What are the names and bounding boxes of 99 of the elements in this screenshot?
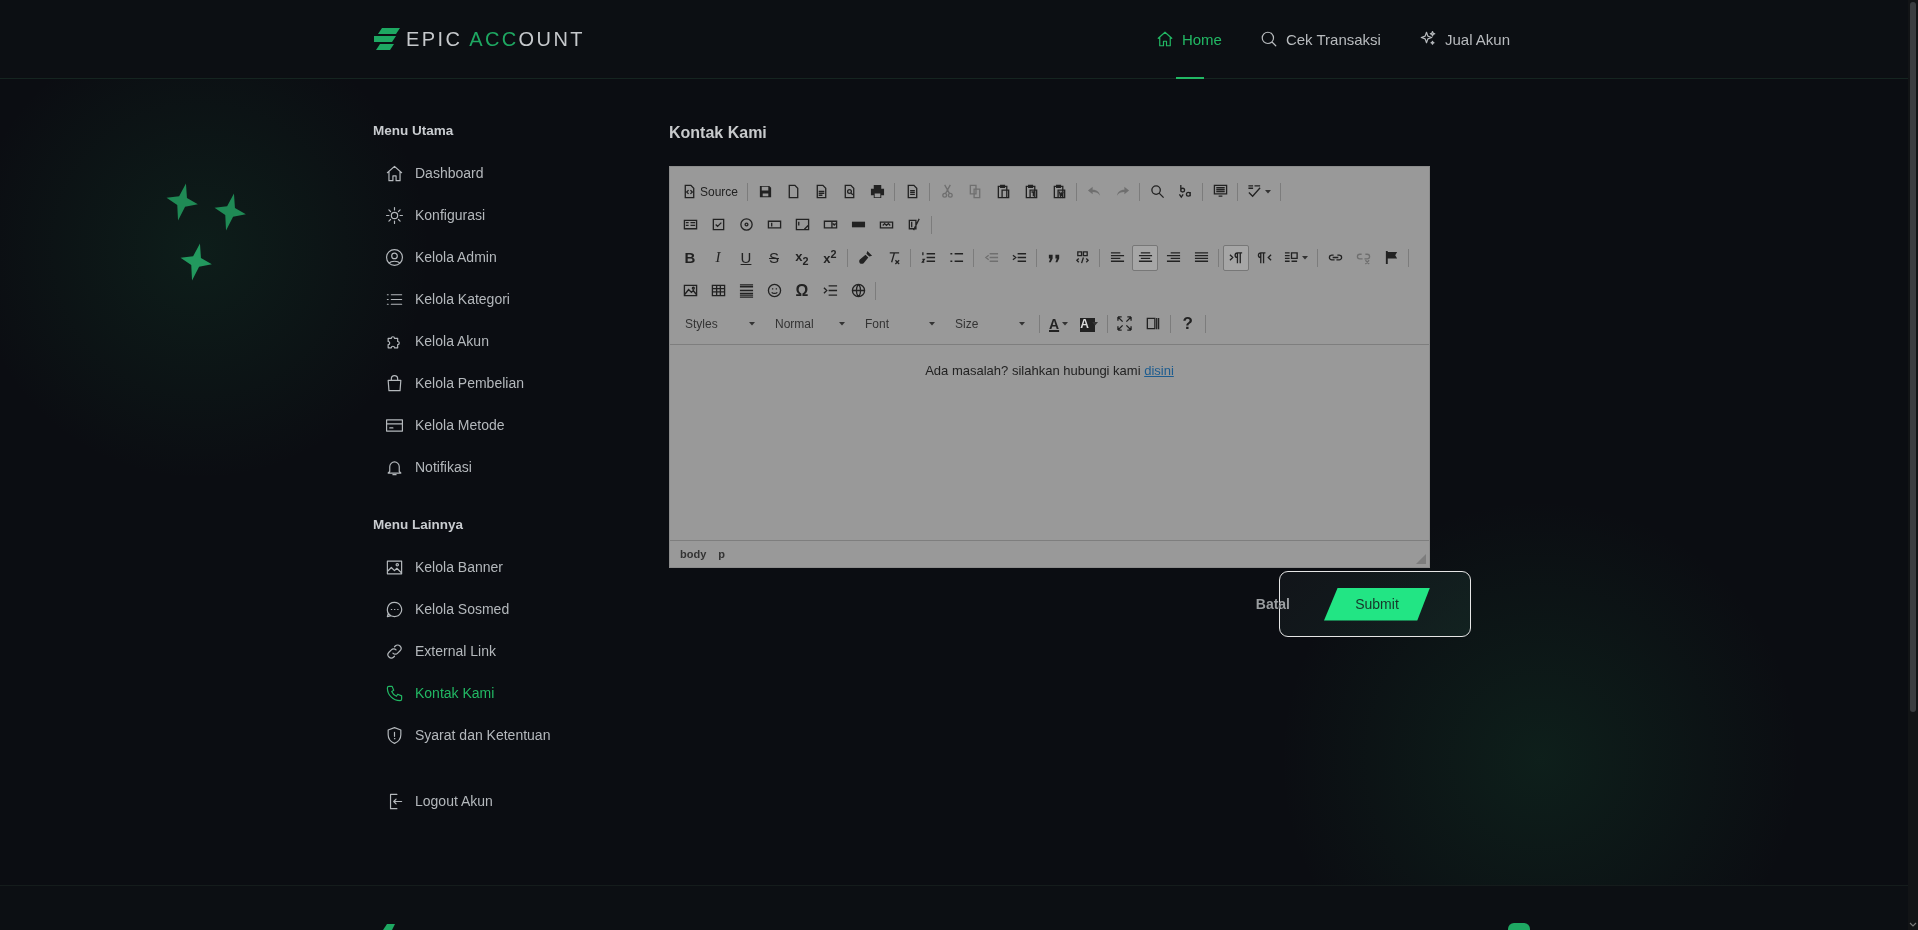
shopping-bag-icon — [385, 373, 404, 393]
replace-icon — [1177, 184, 1193, 199]
caret-icon — [1091, 321, 1098, 326]
toolbar-button[interactable] — [1223, 244, 1249, 271]
sidebar-item[interactable]: Syarat dan Ketentuan — [373, 714, 669, 756]
sidebar-item[interactable]: Kelola Metode — [373, 404, 669, 446]
align-left-icon — [1109, 250, 1125, 265]
toolbar-button[interactable]: S — [761, 244, 787, 271]
caret-icon — [1265, 189, 1272, 194]
home-icon — [385, 163, 404, 183]
sparkles-icon — [1418, 30, 1437, 48]
logo-icon — [374, 28, 400, 50]
form-icon — [682, 217, 698, 232]
search-icon — [1149, 184, 1165, 199]
toolbar-button[interactable]: ? — [1174, 310, 1201, 337]
sidebar-item[interactable]: Kelola Admin — [373, 236, 669, 278]
toolbar-button[interactable] — [1132, 244, 1158, 271]
scrollbar[interactable] — [1908, 0, 1918, 930]
toolbar-button[interactable]: x$_{2}$ — [789, 244, 815, 271]
sidebar-item[interactable]: Kelola Pembelian — [373, 362, 669, 404]
smiley-icon — [766, 283, 782, 298]
resize-handle-icon[interactable] — [1416, 554, 1426, 564]
spellcheck-icon — [1247, 184, 1263, 199]
justify-icon — [1193, 250, 1209, 265]
combo-dropdown[interactable]: Font — [857, 311, 941, 336]
sidebar-item[interactable]: Kontak Kami — [373, 672, 669, 714]
logo-text: EPIC ACCOUNT — [406, 27, 585, 51]
copy-icon — [967, 184, 983, 199]
caret-icon — [1302, 255, 1308, 260]
maximize-icon — [1117, 316, 1133, 331]
div-icon — [1074, 250, 1090, 265]
sidebar-heading: Menu Lainnya — [373, 516, 464, 534]
source-icon — [682, 184, 697, 199]
caret-icon — [839, 321, 845, 326]
home-icon — [1155, 30, 1174, 48]
horizontal-rule-icon — [738, 283, 754, 298]
print-icon — [869, 184, 885, 199]
flag-icon — [1383, 250, 1399, 265]
sidebar-item[interactable]: Konfigurasi — [373, 194, 669, 236]
indent-icon — [1011, 250, 1027, 265]
nav-link[interactable]: Cek Transaksi — [1259, 0, 1381, 79]
toolbar-button[interactable]: U — [733, 244, 759, 271]
element-path-link[interactable]: p — [718, 548, 725, 560]
checkbox-icon — [710, 217, 726, 232]
outdent-icon — [983, 250, 999, 265]
nav-link[interactable]: Jual Akun — [1418, 0, 1510, 79]
editor-paragraph: Ada masalah? silahkan hubungi kami disini — [924, 363, 1175, 378]
sidebar-item[interactable]: Dashboard — [373, 152, 669, 194]
toolbar-button[interactable]: B — [677, 244, 703, 271]
toolbar-button[interactable]: Ω — [789, 277, 815, 304]
nav-link[interactable]: Home — [1155, 0, 1222, 79]
cut-icon — [939, 184, 955, 199]
shield-icon — [385, 725, 404, 745]
paste-icon — [995, 184, 1011, 199]
textarea-icon — [794, 217, 810, 232]
footer-logo-icon — [383, 924, 395, 930]
align-center-icon — [1137, 250, 1153, 265]
numbered-list-icon — [920, 250, 936, 265]
save-icon — [757, 184, 773, 199]
sidebar-item[interactable]: Kelola Sosmed — [373, 588, 669, 630]
brush-icon — [857, 250, 873, 265]
logout-link[interactable]: Logout Akun — [373, 780, 669, 822]
align-right-icon — [1165, 250, 1181, 265]
caret-icon — [749, 321, 755, 326]
search-icon — [1259, 30, 1278, 48]
scroll-down-icon[interactable] — [1909, 922, 1917, 927]
page-break-icon — [822, 283, 838, 298]
ltr-icon — [1228, 250, 1244, 265]
caret-icon — [1062, 321, 1069, 326]
submit-button[interactable]: Submit — [1324, 587, 1430, 621]
bullet-list-icon — [948, 250, 964, 265]
phone-icon — [385, 683, 404, 703]
image-icon — [682, 283, 698, 298]
chat-icon — [385, 599, 404, 619]
sidebar-item[interactable]: Kelola Kategori — [373, 278, 669, 320]
element-path-link[interactable]: body — [680, 548, 707, 560]
combo-dropdown[interactable]: Size — [947, 311, 1031, 336]
sidebar-item[interactable]: External Link — [373, 630, 669, 672]
sidebar-item[interactable]: Kelola Banner — [373, 546, 669, 588]
rtl-icon — [1256, 250, 1272, 265]
caret-icon — [1019, 321, 1025, 326]
source-button[interactable]: Source — [677, 178, 744, 205]
link-icon — [385, 641, 404, 661]
sidebar-item[interactable]: Notifikasi — [373, 446, 669, 488]
paste-word-icon — [1051, 184, 1067, 199]
combo-dropdown[interactable]: Styles — [677, 311, 761, 336]
toolbar-button[interactable]: x$^{2}$ — [817, 244, 843, 271]
table-icon — [710, 283, 726, 298]
radio-icon — [738, 217, 754, 232]
user-icon — [385, 247, 404, 267]
caret-icon — [929, 321, 935, 326]
globe-icon — [850, 283, 866, 298]
sidebar-heading: Menu Utama — [373, 122, 455, 140]
paste-text-icon — [1023, 184, 1039, 199]
toolbar-button[interactable]: I — [705, 244, 731, 271]
combo-dropdown[interactable]: Normal — [767, 311, 851, 336]
sidebar-item[interactable]: Kelola Akun — [373, 320, 669, 362]
page-title: Kontak Kami — [669, 123, 768, 143]
toolbar-button[interactable]: A — [1044, 310, 1074, 337]
